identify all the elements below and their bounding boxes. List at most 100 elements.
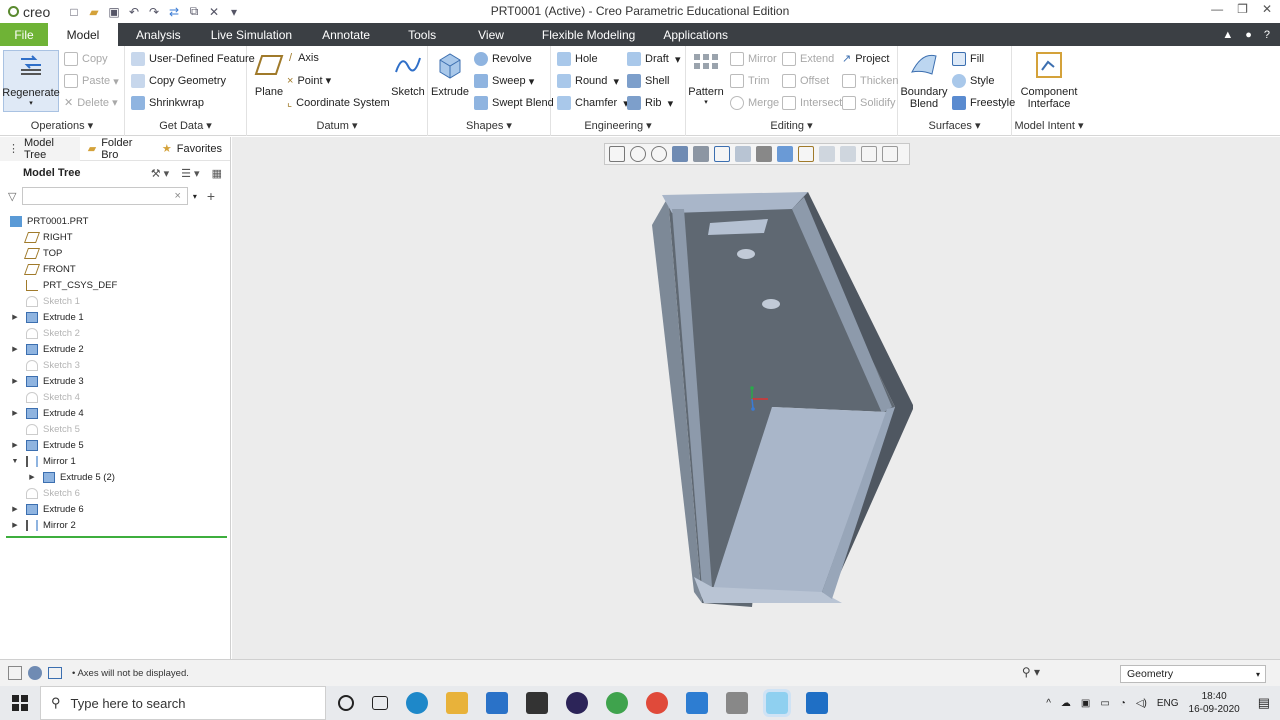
axis-button[interactable]: / Axis [289,52,319,64]
undo-icon[interactable]: ↶ [126,4,142,20]
graphics-area[interactable] [232,137,1280,659]
tab-view[interactable]: View [456,23,526,46]
swept-blend-button[interactable]: Swept Blend [474,96,554,110]
tab-live-simulation[interactable]: Live Simulation [199,23,304,46]
tree-item[interactable]: Sketch 2 [0,325,230,341]
tree-expander-icon[interactable]: ▶ [10,521,20,529]
cortana-icon[interactable] [338,695,354,711]
shrinkwrap-button[interactable]: Shrinkwrap [131,96,204,110]
regenerate-button[interactable]: Regenerate ▾ [2,50,60,112]
mirror-button[interactable]: Mirror [730,52,777,66]
group-label-operations[interactable]: Operations ▾ [0,119,124,132]
part-model[interactable] [232,137,1280,659]
offset-button[interactable]: Offset [782,74,829,88]
copy-button[interactable]: Copy [64,52,108,66]
filter-icon[interactable]: ▽ [8,190,16,203]
windows-icon[interactable]: ⧉ [186,4,202,20]
tree-item[interactable]: Sketch 6 [0,485,230,501]
tree-item[interactable]: Sketch 5 [0,421,230,437]
insert-indicator[interactable] [6,536,227,538]
show-hidden-icons[interactable]: ^ [1046,698,1051,709]
tree-expander-icon[interactable]: ▶ [10,441,20,449]
panel-toggle-icon[interactable] [8,666,22,680]
round-button[interactable]: Round ▾ [557,74,619,88]
mail-icon[interactable] [486,692,508,714]
pattern-button[interactable]: Pattern ▾ [688,50,724,106]
group-label-get-data[interactable]: Get Data ▾ [125,119,246,132]
add-icon[interactable]: + [207,188,215,204]
extend-button[interactable]: Extend [782,52,834,66]
selection-filter[interactable]: Geometry ▾ [1120,665,1266,683]
collapse-ribbon-icon[interactable]: ▲ [1222,29,1233,41]
battery-icon[interactable]: ▭ [1100,698,1109,709]
regenerate-quick-icon[interactable]: ⇄ [166,4,182,20]
tab-model-tree[interactable]: ⋮ Model Tree [0,136,80,161]
edge-icon[interactable] [406,692,428,714]
clock[interactable]: 18:40 16-09-2020 [1189,690,1240,716]
tree-item[interactable]: FRONT [0,261,230,277]
plane-button[interactable]: Plane [251,50,287,98]
group-label-surfaces[interactable]: Surfaces ▾ [898,119,1011,132]
tab-analysis[interactable]: Analysis [118,23,199,46]
style-button[interactable]: Style [952,74,994,88]
filter-dropdown-icon[interactable]: ▾ [193,192,197,201]
shell-button[interactable]: Shell [627,74,669,88]
whiteboard-icon[interactable] [726,692,748,714]
help-icon[interactable]: ? [1264,29,1270,41]
tree-expander-icon[interactable]: ▶ [10,313,20,321]
tab-applications[interactable]: Applications [651,23,740,46]
copy-geometry-button[interactable]: Copy Geometry [131,74,226,88]
tree-expander-icon[interactable]: ▶ [10,505,20,513]
group-label-shapes[interactable]: Shapes ▾ [428,119,550,132]
store-icon[interactable] [526,692,548,714]
tree-item[interactable]: TOP [0,245,230,261]
chrome-icon[interactable] [646,692,668,714]
rib-button[interactable]: Rib ▾ [627,96,673,110]
wifi-icon[interactable]: ◔ [1120,698,1126,709]
tab-annotate[interactable]: Annotate [304,23,388,46]
tree-expander-icon[interactable]: ▶ [10,377,20,385]
file-explorer-icon[interactable] [446,692,468,714]
redo-icon[interactable]: ↷ [146,4,162,20]
tree-item[interactable]: Sketch 3 [0,357,230,373]
notifications-icon[interactable]: ▤ [1258,695,1270,711]
hole-button[interactable]: Hole [557,52,598,66]
tree-columns-icon[interactable]: ▦ [212,167,222,180]
sweep-button[interactable]: Sweep ▾ [474,74,534,88]
tree-item[interactable]: ▶ Extrude 4 [0,405,230,421]
merge-button[interactable]: Merge [730,96,779,110]
fill-button[interactable]: Fill [952,52,984,66]
find-icon[interactable]: ⚲ ▾ [1022,665,1040,679]
tree-item[interactable]: Sketch 4 [0,389,230,405]
tree-item[interactable]: ▶ Extrude 6 [0,501,230,517]
show-icon[interactable]: ☰ ▾ [181,167,199,180]
trim-button[interactable]: Trim [730,74,770,88]
new-icon[interactable]: □ [66,4,82,20]
tab-favorites[interactable]: ★ Favorites [154,137,230,161]
windows-start-icon[interactable] [12,695,28,711]
atom-icon[interactable] [606,692,628,714]
coordinate-system-button[interactable]: ⌞ Coordinate System [287,96,390,110]
tree-expander-icon[interactable]: ▶ [10,345,20,353]
volume-icon[interactable]: ◁) [1136,698,1147,709]
chamfer-button[interactable]: Chamfer ▾ [557,96,629,110]
tree-item[interactable]: ▶ Extrude 5 [0,437,230,453]
clear-icon[interactable]: × [174,190,180,202]
paste-button[interactable]: Paste ▾ [64,74,119,88]
delete-button[interactable]: ✕ Delete ▾ [64,96,118,110]
tab-file[interactable]: File [0,23,48,46]
revolve-button[interactable]: Revolve [474,52,532,66]
restore-icon[interactable]: ❐ [1237,2,1248,16]
search-help-icon[interactable]: ● [1245,29,1252,41]
udf-button[interactable]: User-Defined Feature [131,52,255,66]
group-label-editing[interactable]: Editing ▾ [686,119,897,132]
tree-item[interactable]: ▼ Mirror 1 [0,453,230,469]
tree-item[interactable]: ▶ Extrude 3 [0,373,230,389]
tab-flexible-modeling[interactable]: Flexible Modeling [526,23,651,46]
full-screen-icon[interactable] [48,667,62,679]
tree-expander-icon[interactable]: ▶ [27,473,37,481]
tab-tools[interactable]: Tools [388,23,456,46]
freestyle-button[interactable]: Freestyle [952,96,1015,110]
tree-item[interactable]: Sketch 1 [0,293,230,309]
tree-item[interactable]: PRT_CSYS_DEF [0,277,230,293]
